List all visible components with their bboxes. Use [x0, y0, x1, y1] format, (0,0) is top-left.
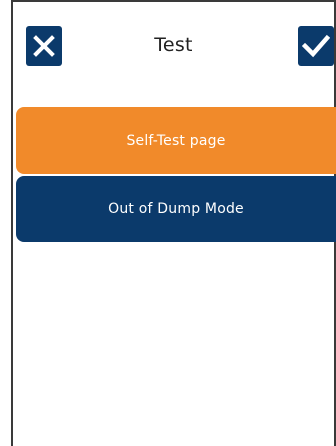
- page-title: Test: [154, 34, 193, 56]
- self-test-page-option[interactable]: Self-Test page: [16, 107, 336, 174]
- confirm-button[interactable]: [298, 26, 334, 66]
- out-of-dump-mode-option[interactable]: Out of Dump Mode: [16, 176, 336, 242]
- header-bar: Test: [13, 2, 334, 90]
- option-label: Self-Test page: [126, 132, 226, 149]
- checkmark-icon: [302, 34, 330, 58]
- test-screen: Test Self-Test page Out of Dump Mode: [0, 0, 336, 446]
- option-label: Out of Dump Mode: [108, 201, 244, 217]
